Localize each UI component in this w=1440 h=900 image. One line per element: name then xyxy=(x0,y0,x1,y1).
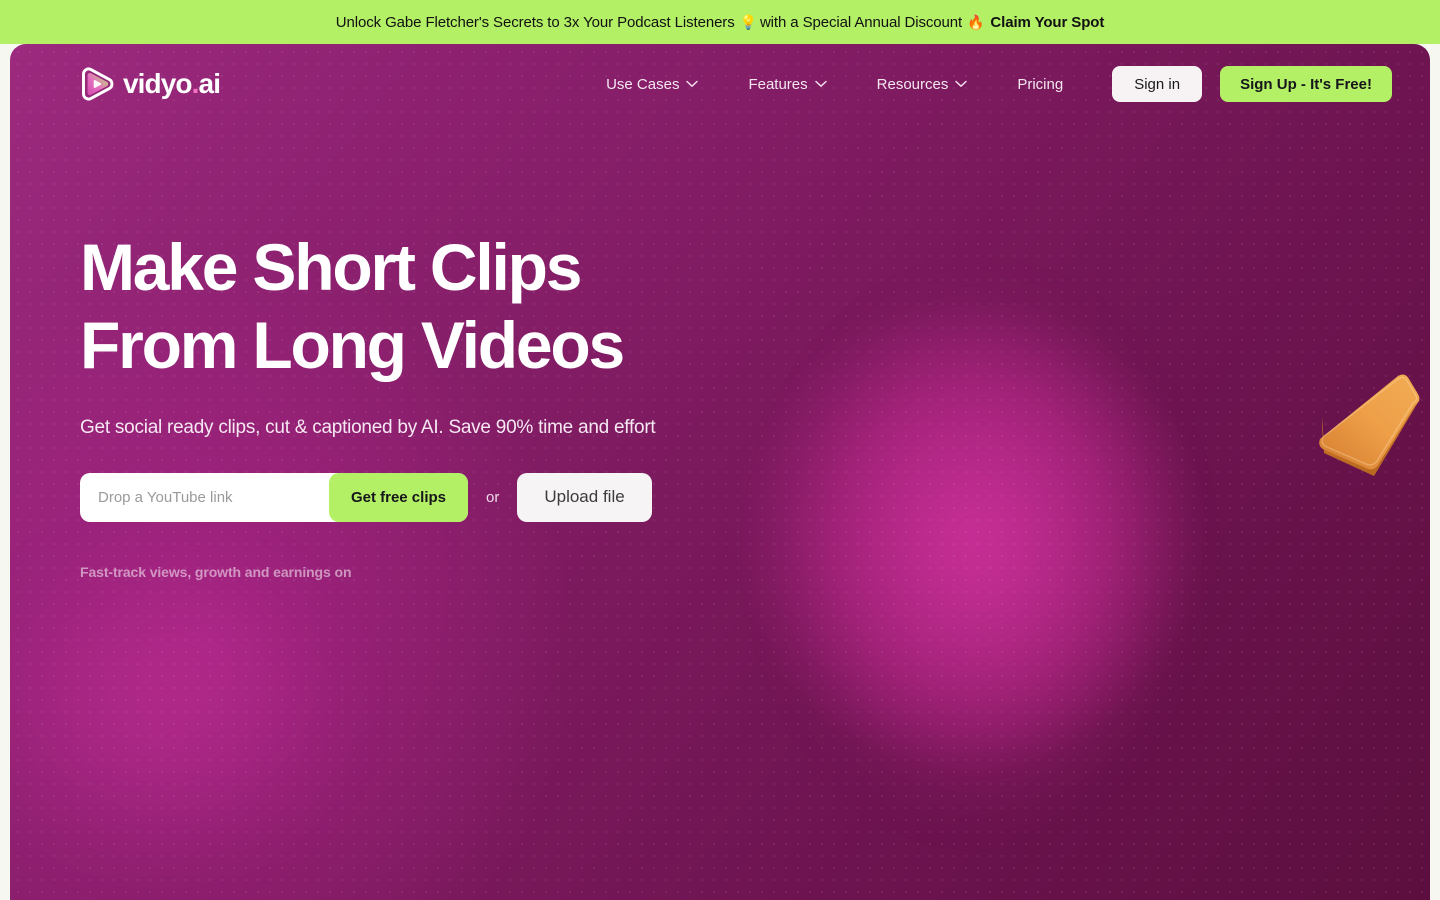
youtube-link-input[interactable] xyxy=(80,472,326,522)
sign-in-button[interactable]: Sign in xyxy=(1112,66,1203,102)
vidyo-play-icon xyxy=(82,67,114,101)
hero-cta-row: Get free clips or Upload file xyxy=(80,472,655,522)
hero-subtitle: Get social ready clips, cut & captioned … xyxy=(80,416,656,438)
hero-title-line-2: From Long Videos xyxy=(80,307,625,382)
chevron-down-icon xyxy=(686,80,699,87)
triangle-decoration-icon xyxy=(1319,374,1420,476)
nav-item-resources[interactable]: Resources xyxy=(852,64,993,104)
get-free-clips-button[interactable]: Get free clips xyxy=(328,472,468,522)
nav-item-use-cases[interactable]: Use Cases xyxy=(581,64,723,104)
chevron-down-icon xyxy=(955,80,968,87)
page-title: Make Short Clips From Long Videos xyxy=(80,229,655,385)
fire-icon: 🔥 xyxy=(967,13,985,30)
lightbulb-icon: 💡 xyxy=(739,13,757,30)
logo-dot: . xyxy=(191,68,200,99)
promo-text-before: Unlock Gabe Fletcher's Secrets to 3x You… xyxy=(335,13,735,31)
site-header: vidyo.ai Use Cases Features Resources Pr… xyxy=(10,44,1430,124)
nav-label-pricing: Pricing xyxy=(1017,75,1064,93)
header-actions: Sign in Sign Up - It's Free! xyxy=(1112,66,1392,102)
hero-title-line-1: Make Short Clips xyxy=(80,230,582,304)
nav-label-use-cases: Use Cases xyxy=(606,75,680,93)
logo-word-vidyo: vidyo xyxy=(123,68,193,99)
youtube-link-field[interactable]: Get free clips xyxy=(80,472,468,522)
promo-text-middle: with a Special Annual Discount xyxy=(759,13,963,31)
nav-item-pricing[interactable]: Pricing xyxy=(992,64,1088,104)
promo-banner-text: Unlock Gabe Fletcher's Secrets to 3x You… xyxy=(335,13,1105,31)
promo-banner: Unlock Gabe Fletcher's Secrets to 3x You… xyxy=(0,0,1440,44)
or-separator: or xyxy=(486,488,500,506)
nav-item-features[interactable]: Features xyxy=(723,64,851,104)
main-navigation: Use Cases Features Resources Pricing Sig… xyxy=(581,64,1392,104)
hero-glow-center xyxy=(700,174,1260,900)
hero-section: vidyo.ai Use Cases Features Resources Pr… xyxy=(10,44,1430,900)
nav-label-features: Features xyxy=(748,75,808,93)
hero-content: Make Short Clips From Long Videos Get so… xyxy=(80,229,656,580)
logo-word-ai: ai xyxy=(198,68,221,99)
upload-file-button[interactable]: Upload file xyxy=(517,472,652,522)
claim-your-spot-link[interactable]: Claim Your Spot xyxy=(990,14,1104,31)
nav-label-resources: Resources xyxy=(876,75,949,93)
chevron-down-icon xyxy=(814,80,827,87)
sign-up-button[interactable]: Sign Up - It's Free! xyxy=(1220,66,1392,102)
logo-text: vidyo.ai xyxy=(123,68,221,99)
fast-track-label: Fast-track views, growth and earnings on xyxy=(80,563,352,580)
logo[interactable]: vidyo.ai xyxy=(80,67,221,101)
